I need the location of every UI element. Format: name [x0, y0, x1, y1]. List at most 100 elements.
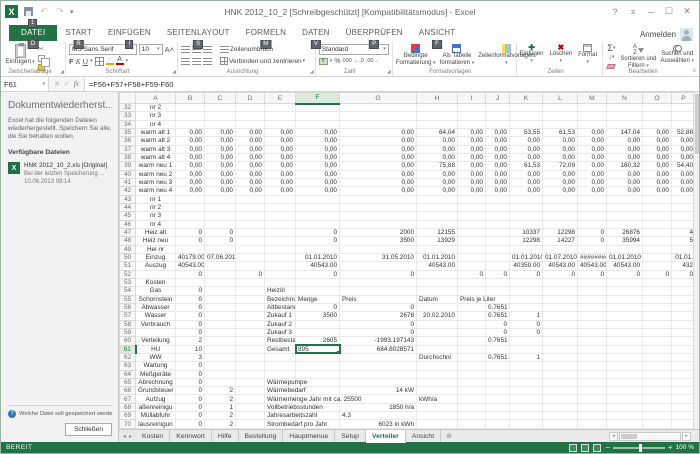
cell-B53[interactable] [175, 277, 205, 288]
cell-B67[interactable]: 0 [175, 394, 205, 404]
cell-M45[interactable] [577, 211, 607, 221]
cell-G32[interactable] [339, 102, 417, 113]
cell-M59[interactable] [577, 327, 607, 338]
cell-P37[interactable]: 0,00 [671, 144, 696, 154]
cell-O41[interactable]: 0,00 [642, 177, 672, 188]
cell-N55[interactable] [606, 294, 643, 304]
row-header-66[interactable]: 66 [119, 386, 136, 396]
cell-H32[interactable] [416, 102, 458, 113]
cell-P64[interactable] [671, 369, 696, 379]
cell-P55[interactable] [671, 294, 696, 304]
cell-E44[interactable] [264, 202, 296, 213]
delete-cells-button[interactable]: ✖ Löschen ▾ [549, 44, 572, 65]
cell-A56[interactable]: Abwasser [135, 302, 176, 313]
cell-F57[interactable]: 3500 [295, 311, 340, 321]
borders-button[interactable] [94, 56, 104, 66]
cell-E34[interactable] [264, 119, 296, 130]
cell-F40[interactable]: 0,00 [295, 169, 340, 179]
cell-C66[interactable]: 2 [204, 386, 236, 396]
cell-E70[interactable]: Strombedarf pro Jahr [264, 419, 327, 429]
cell-I40[interactable]: 0,00 [457, 169, 486, 179]
cell-O50[interactable] [642, 252, 672, 263]
cell-G66[interactable]: 14 kW [339, 386, 417, 396]
cell-H52[interactable] [416, 269, 458, 279]
cell-O53[interactable] [642, 277, 672, 288]
cell-O67[interactable] [642, 394, 672, 404]
cell-D68[interactable] [235, 402, 265, 413]
cell-C64[interactable] [204, 369, 236, 379]
cell-M41[interactable]: 0,00 [577, 177, 607, 188]
cell-C69[interactable]: 2 [204, 411, 236, 421]
cell-K69[interactable] [509, 411, 543, 421]
cell-N37[interactable]: 0,00 [606, 144, 643, 154]
cell-N36[interactable]: 0,00 [606, 136, 643, 146]
column-header-C[interactable]: C [204, 92, 236, 104]
cell-F33[interactable] [295, 111, 340, 121]
cell-D54[interactable] [235, 286, 265, 296]
cell-D58[interactable] [235, 319, 265, 329]
cell-F42[interactable]: 0,00 [295, 186, 340, 196]
cell-N65[interactable] [606, 377, 643, 388]
cell-I58[interactable] [457, 319, 486, 329]
cell-A42[interactable]: warm neu 4 [135, 186, 176, 196]
cell-J44[interactable] [485, 202, 510, 213]
cell-P50[interactable]: 01.01. [671, 252, 696, 263]
cell-O39[interactable]: 0,00 [642, 161, 672, 171]
cell-E32[interactable] [264, 102, 296, 113]
cell-K48[interactable]: 12298 [509, 236, 543, 246]
cell-M69[interactable] [577, 411, 607, 421]
cell-L32[interactable] [542, 102, 578, 113]
column-header-K[interactable]: K [509, 92, 543, 104]
ribbon-tab-start[interactable]: START R [57, 25, 99, 49]
cell-C37[interactable]: 0,00 [204, 144, 236, 154]
collapse-ribbon-button[interactable]: ˄ [692, 69, 696, 75]
cell-L56[interactable] [542, 302, 578, 313]
cell-P69[interactable] [671, 411, 696, 421]
cell-G43[interactable] [339, 194, 417, 204]
cell-H56[interactable] [416, 302, 458, 313]
font-color-button[interactable]: A [115, 56, 124, 65]
cell-K46[interactable] [509, 219, 543, 229]
row-header-48[interactable]: 48 [119, 236, 136, 246]
cell-E51[interactable] [264, 261, 296, 271]
cell-A32[interactable]: nr 2 [135, 102, 176, 113]
cell-K68[interactable] [509, 402, 543, 413]
cell-D66[interactable] [235, 386, 265, 396]
cell-G51[interactable] [339, 261, 417, 271]
cell-B49[interactable] [175, 244, 205, 254]
cell-B66[interactable]: 0 [175, 386, 205, 396]
cell-C36[interactable]: 0,00 [204, 136, 236, 146]
cell-A34[interactable]: nr 4 [135, 119, 176, 130]
dialog-launcher-icon[interactable]: ◢ [387, 70, 391, 75]
cell-E36[interactable]: 0,00 [264, 136, 296, 146]
sign-in[interactable]: Anmelden [640, 28, 699, 41]
cell-N40[interactable]: 0,00 [606, 169, 643, 179]
sheet-nav-next-icon[interactable]: ▸ [129, 433, 132, 440]
cell-L66[interactable] [542, 386, 578, 396]
horizontal-scrollbar[interactable]: ◂ ▸ [609, 430, 699, 442]
row-header-53[interactable]: 53 [119, 277, 136, 288]
cell-I60[interactable] [457, 336, 486, 346]
cell-K62[interactable]: 1 [509, 352, 543, 363]
cell-O61[interactable] [642, 344, 672, 354]
cell-C62[interactable] [204, 352, 236, 363]
cell-M34[interactable] [577, 119, 607, 130]
cell-I32[interactable] [457, 102, 486, 113]
cell-J33[interactable] [485, 111, 510, 121]
cell-H59[interactable] [416, 327, 458, 338]
cell-C42[interactable]: 0,00 [204, 186, 236, 196]
row-header-56[interactable]: 56 [119, 302, 136, 313]
cell-M40[interactable]: 0,00 [577, 169, 607, 179]
cell-H60[interactable] [416, 336, 458, 346]
cell-J68[interactable] [485, 402, 510, 413]
cell-B37[interactable]: 0,00 [175, 144, 205, 154]
cell-F62[interactable] [295, 352, 340, 363]
cell-A50[interactable]: Einzug [135, 252, 176, 263]
cell-I54[interactable] [457, 286, 486, 296]
row-header-43[interactable]: 43 [119, 194, 136, 204]
cell-A63[interactable]: Wartung [135, 361, 176, 371]
cell-F52[interactable]: 0 [295, 269, 340, 279]
cell-D67[interactable] [235, 394, 265, 404]
align-top-icon[interactable] [181, 45, 191, 53]
cell-K35[interactable]: 53,55 [509, 127, 543, 138]
